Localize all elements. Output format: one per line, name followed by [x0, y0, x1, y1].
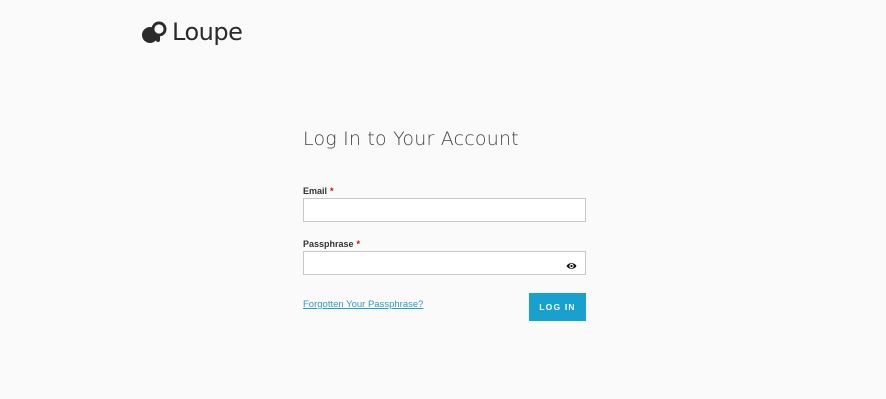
page-title: Log In to Your Account [303, 128, 519, 150]
email-field[interactable] [304, 199, 585, 221]
login-page: Loupe Log In to Your Account Email * Pass… [0, 0, 886, 399]
brand-logo[interactable]: Loupe [142, 18, 243, 46]
loupe-logo-icon [142, 19, 168, 45]
forgot-passphrase-link[interactable]: Forgotten Your Passphrase? [303, 299, 423, 310]
login-button[interactable]: LOG IN [529, 293, 586, 321]
passphrase-field[interactable] [304, 252, 585, 274]
passphrase-label-text: Passphrase [303, 239, 354, 249]
required-marker: * [330, 186, 334, 196]
brand-name: Loupe [172, 18, 243, 46]
email-label-text: Email [303, 186, 328, 196]
passphrase-field-box [303, 251, 586, 275]
eye-icon[interactable] [566, 258, 577, 269]
email-field-box [303, 198, 586, 222]
passphrase-label: Passphrase * [303, 239, 360, 249]
required-marker: * [356, 239, 361, 249]
email-label: Email * [303, 186, 334, 196]
